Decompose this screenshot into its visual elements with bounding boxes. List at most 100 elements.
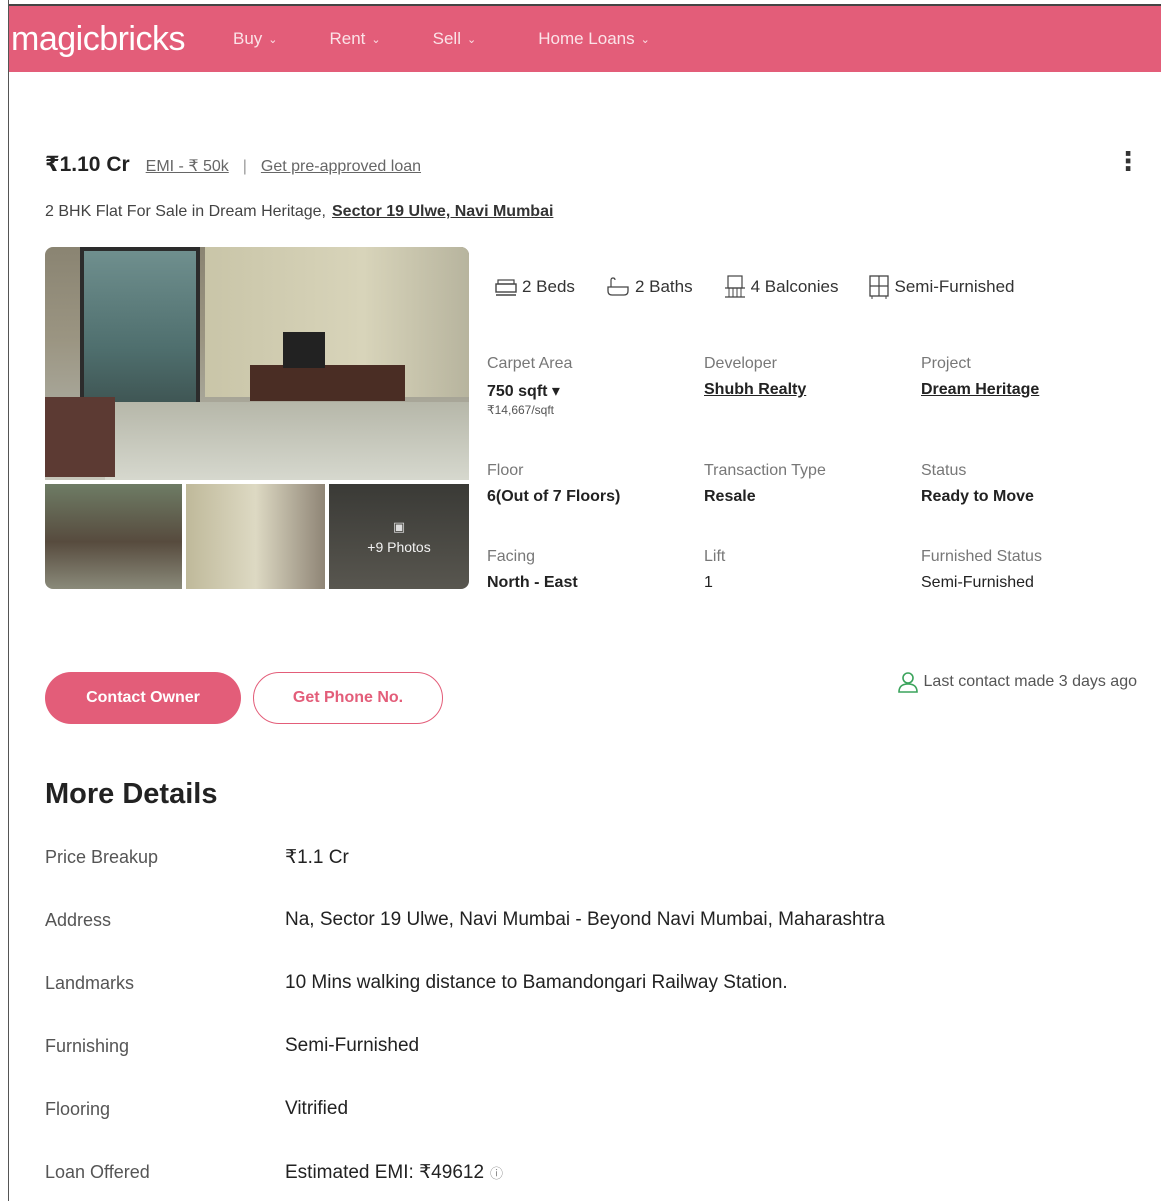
spec-label: Status [921, 462, 967, 479]
more-options-icon[interactable]: ⋮ [1115, 148, 1141, 174]
facing-value: North - East [487, 574, 578, 591]
separator: | [242, 158, 247, 175]
developer-link[interactable]: Shubh Realty [704, 381, 904, 399]
spec-label: Project [921, 355, 971, 372]
page-border [8, 0, 9, 1201]
detail-value: ₹1.1 Cr [285, 847, 349, 868]
beds-label: 2 Beds [522, 277, 575, 296]
spec-transaction-type: Transaction Type Resale [704, 462, 904, 506]
spec-developer: Developer Shubh Realty [704, 355, 904, 399]
floor-value: 6(Out of 7 Floors) [487, 488, 621, 505]
wardrobe-icon [869, 275, 890, 299]
price-row: ₹1.10 Cr EMI - ₹ 50k | Get pre-approved … [45, 152, 421, 177]
status-value: Ready to Move [921, 488, 1034, 505]
location-link[interactable]: Sector 19 Ulwe, Navi Mumbai [332, 203, 553, 220]
spec-label: Lift [704, 548, 726, 565]
balconies-label: 4 Balconies [750, 277, 839, 296]
photo-window [80, 247, 200, 417]
chevron-down-icon: ⌄ [640, 33, 650, 46]
spec-lift: Lift 1 [704, 548, 904, 592]
spec-label: Transaction Type [704, 462, 826, 479]
detail-key: Flooring [45, 1098, 111, 1119]
more-details-heading: More Details [45, 778, 218, 810]
thumbnail-2[interactable] [186, 484, 325, 589]
carpet-area-value[interactable]: 750 sqft ▾ [487, 381, 687, 401]
last-contact-text: Last contact made 3 days ago [923, 673, 1137, 690]
info-icon[interactable]: ⓘ [490, 1163, 503, 1182]
spec-label: Furnished Status [921, 548, 1042, 565]
chevron-down-icon: ⌄ [371, 33, 381, 46]
spec-carpet-area: Carpet Area 750 sqft ▾ ₹14,667/sqft [487, 355, 687, 417]
photo-cabinet [250, 365, 405, 401]
photo-floor [105, 402, 469, 480]
spec-label: Floor [487, 462, 524, 479]
detail-key: Price Breakup [45, 847, 159, 867]
magicbricks-logo[interactable]: magicbricks [11, 20, 185, 59]
transaction-value: Resale [704, 488, 756, 505]
detail-row-loan-offered: Loan Offered Estimated EMI: ₹49612 ⓘ [45, 1161, 503, 1184]
photo-tv [283, 332, 325, 368]
detail-row-price-breakup: Price Breakup ₹1.1 Cr [45, 846, 349, 869]
detail-row-address: Address Na, Sector 19 Ulwe, Navi Mumbai … [45, 909, 885, 931]
nav-rent-label: Rent [329, 29, 366, 48]
more-photos-label: +9 Photos [367, 538, 431, 555]
detail-row-flooring: Flooring Vitrified [45, 1098, 348, 1120]
nav-rent[interactable]: Rent ⌄ [330, 29, 381, 49]
spec-floor: Floor 6(Out of 7 Floors) [487, 462, 687, 506]
nav-sell-label: Sell [432, 29, 461, 48]
nav-buy[interactable]: Buy ⌄ [233, 29, 278, 49]
listing-title: 2 BHK Flat For Sale in Dream Heritage, Se… [45, 203, 553, 221]
preapproved-loan-link[interactable]: Get pre-approved loan [261, 158, 421, 176]
spec-facing: Facing North - East [487, 548, 687, 592]
price-per-sqft: ₹14,667/sqft [487, 403, 555, 417]
furnishing-label: Semi-Furnished [894, 277, 1015, 296]
listing-price: ₹1.10 Cr [45, 153, 130, 176]
emi-link[interactable]: EMI - ₹ 50k [146, 156, 229, 176]
amenities-row: 2 Beds 2 Baths 4 Balconies Semi-Furnishe… [494, 275, 1044, 299]
more-photos-thumbnail[interactable]: ▣ +9 Photos [329, 484, 469, 589]
top-nav-bar: magicbricks Buy ⌄ Rent ⌄ Sell ⌄ Home Loans ⌄ [9, 4, 1161, 72]
detail-value: Vitrified [285, 1098, 349, 1119]
listing-title-text: 2 BHK Flat For Sale in Dream Heritage, [45, 203, 326, 220]
detail-row-furnishing: Furnishing Semi-Furnished [45, 1035, 419, 1057]
photo-gallery: ▣ +9 Photos [45, 247, 469, 589]
baths-info: 2 Baths [605, 277, 693, 297]
bathtub-icon [607, 277, 629, 296]
baths-label: 2 Baths [634, 277, 693, 296]
user-icon [897, 672, 918, 693]
contact-owner-button[interactable]: Contact Owner [45, 672, 241, 724]
nav-sell[interactable]: Sell ⌄ [433, 29, 477, 49]
detail-row-landmarks: Landmarks 10 Mins walking distance to Ba… [45, 972, 788, 994]
detail-key: Furnishing [45, 1035, 130, 1056]
lift-value: 1 [704, 574, 713, 591]
detail-key: Landmarks [45, 972, 135, 993]
photo-sofa [45, 397, 115, 477]
thumbnail-1[interactable] [45, 484, 182, 589]
beds-info: 2 Beds [494, 277, 575, 297]
spec-project: Project Dream Heritage [921, 355, 1121, 399]
furnishing-info: Semi-Furnished [868, 275, 1014, 299]
spec-status: Status Ready to Move [921, 462, 1121, 506]
spec-label: Developer [704, 355, 777, 372]
nav-buy-label: Buy [232, 29, 263, 48]
furnished-status-value: Semi-Furnished [921, 574, 1034, 591]
gallery-icon: ▣ [392, 518, 406, 534]
spec-label: Carpet Area [487, 355, 573, 372]
bed-icon [495, 279, 517, 296]
project-link[interactable]: Dream Heritage [921, 381, 1121, 399]
balcony-icon [724, 275, 745, 298]
balconies-info: 4 Balconies [723, 275, 839, 299]
nav-home-loans[interactable]: Home Loans ⌄ [538, 29, 650, 49]
detail-value: Semi-Furnished [285, 1035, 420, 1056]
detail-value: Estimated EMI: ₹49612 [285, 1162, 485, 1183]
detail-key: Address [45, 909, 112, 930]
detail-value: Na, Sector 19 Ulwe, Navi Mumbai - Beyond… [285, 909, 885, 930]
chevron-down-icon: ⌄ [268, 33, 278, 46]
detail-key: Loan Offered [45, 1162, 150, 1182]
main-photo[interactable] [45, 247, 469, 480]
chevron-down-icon: ⌄ [467, 33, 477, 46]
last-contact-info: Last contact made 3 days ago [897, 671, 1137, 693]
spec-furnished-status: Furnished Status Semi-Furnished [921, 548, 1121, 592]
get-phone-button[interactable]: Get Phone No. [253, 672, 443, 724]
main-nav: Buy ⌄ Rent ⌄ Sell ⌄ Home Loans ⌄ [233, 29, 702, 49]
